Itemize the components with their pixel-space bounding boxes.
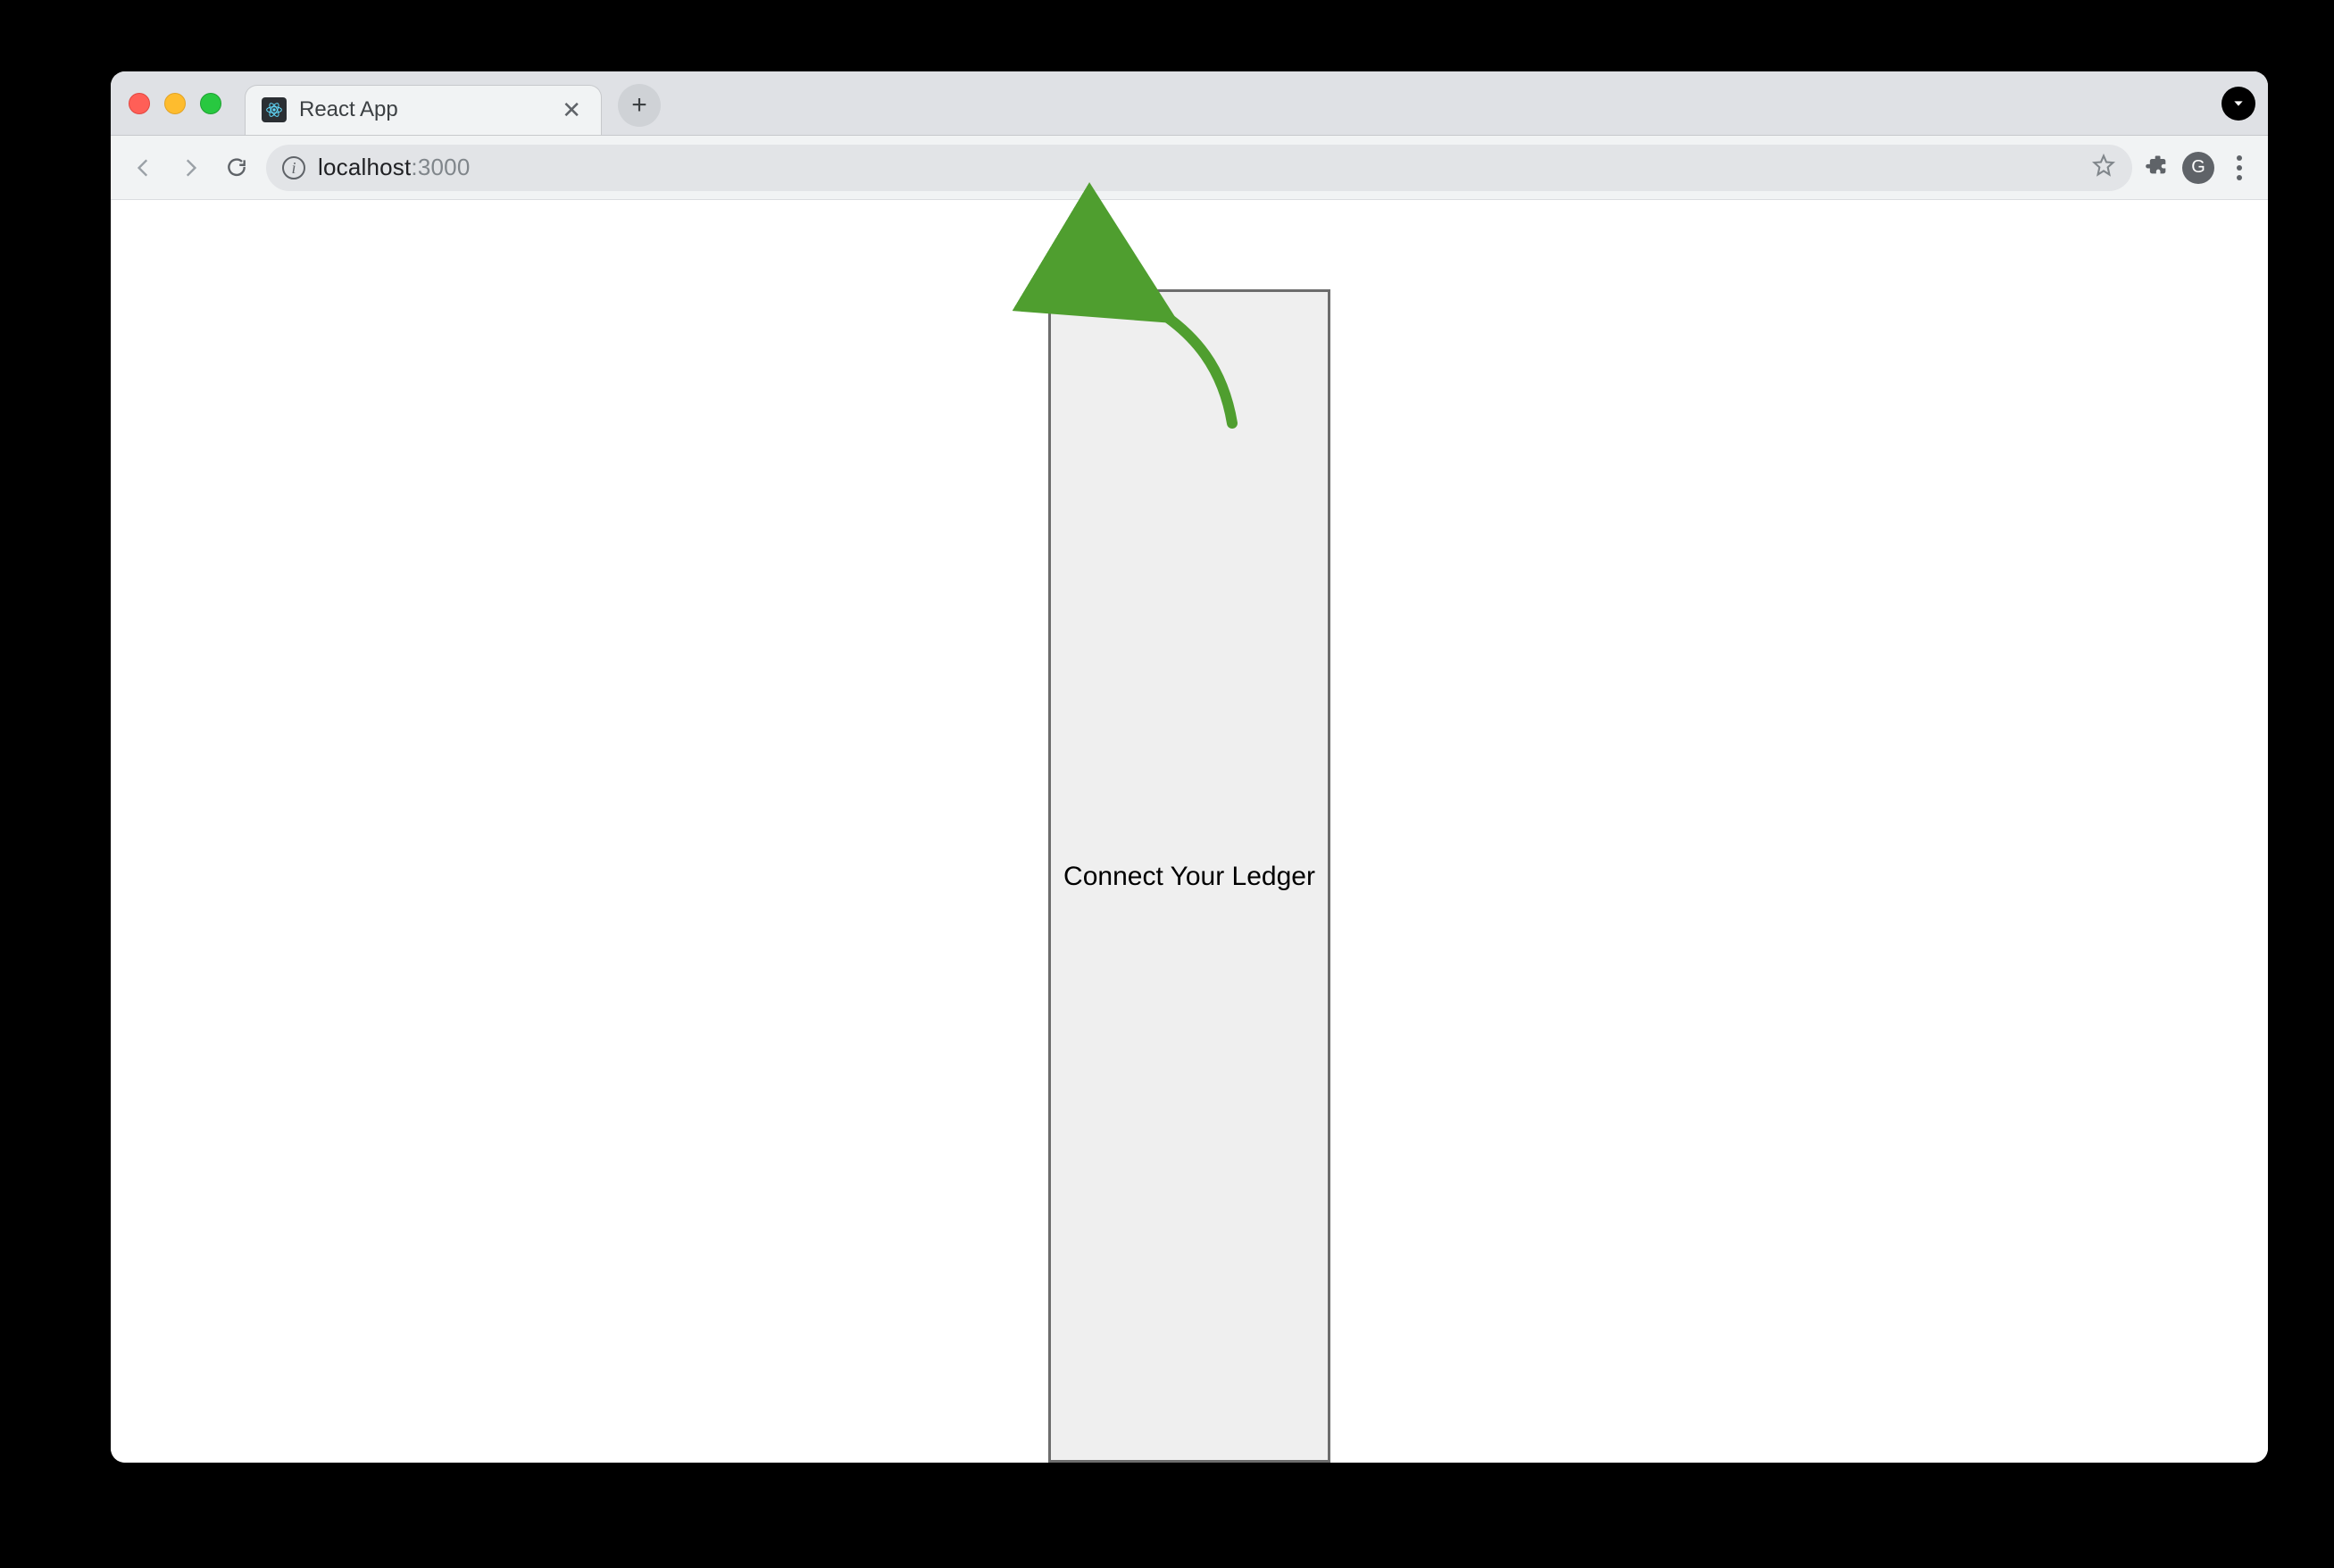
new-tab-button[interactable]: + [618, 84, 661, 127]
extensions-icon[interactable] [2145, 153, 2170, 182]
url-port: :3000 [411, 154, 470, 180]
page-content: Connect Your Ledger [111, 200, 2268, 1463]
site-info-icon[interactable]: i [282, 156, 305, 179]
tab-strip: React App ✕ + [111, 71, 2268, 136]
page-viewport: Connect Your Ledger [111, 200, 2268, 1463]
avatar-initial: G [2191, 157, 2205, 178]
tab-title: React App [299, 97, 558, 122]
url-host: localhost [318, 154, 411, 180]
close-tab-icon[interactable]: ✕ [558, 95, 585, 125]
forward-button[interactable] [173, 151, 207, 185]
reload-button[interactable] [220, 151, 254, 185]
url-text: localhost:3000 [318, 154, 471, 181]
close-window-button[interactable] [129, 93, 150, 114]
browser-window: React App ✕ + i localhost:3000 [111, 71, 2268, 1463]
browser-tab[interactable]: React App ✕ [245, 85, 602, 135]
minimize-window-button[interactable] [164, 93, 186, 114]
profile-avatar[interactable]: G [2182, 152, 2214, 184]
maximize-window-button[interactable] [200, 93, 221, 114]
back-button[interactable] [127, 151, 161, 185]
window-controls [129, 93, 221, 114]
connect-ledger-button[interactable]: Connect Your Ledger [1048, 289, 1330, 1463]
account-indicator-icon[interactable] [2221, 87, 2255, 121]
address-bar[interactable]: i localhost:3000 [266, 145, 2132, 191]
bookmark-star-icon[interactable] [2091, 153, 2116, 182]
browser-menu-button[interactable] [2227, 155, 2252, 180]
react-favicon-icon [262, 97, 287, 122]
browser-toolbar: i localhost:3000 G [111, 136, 2268, 200]
